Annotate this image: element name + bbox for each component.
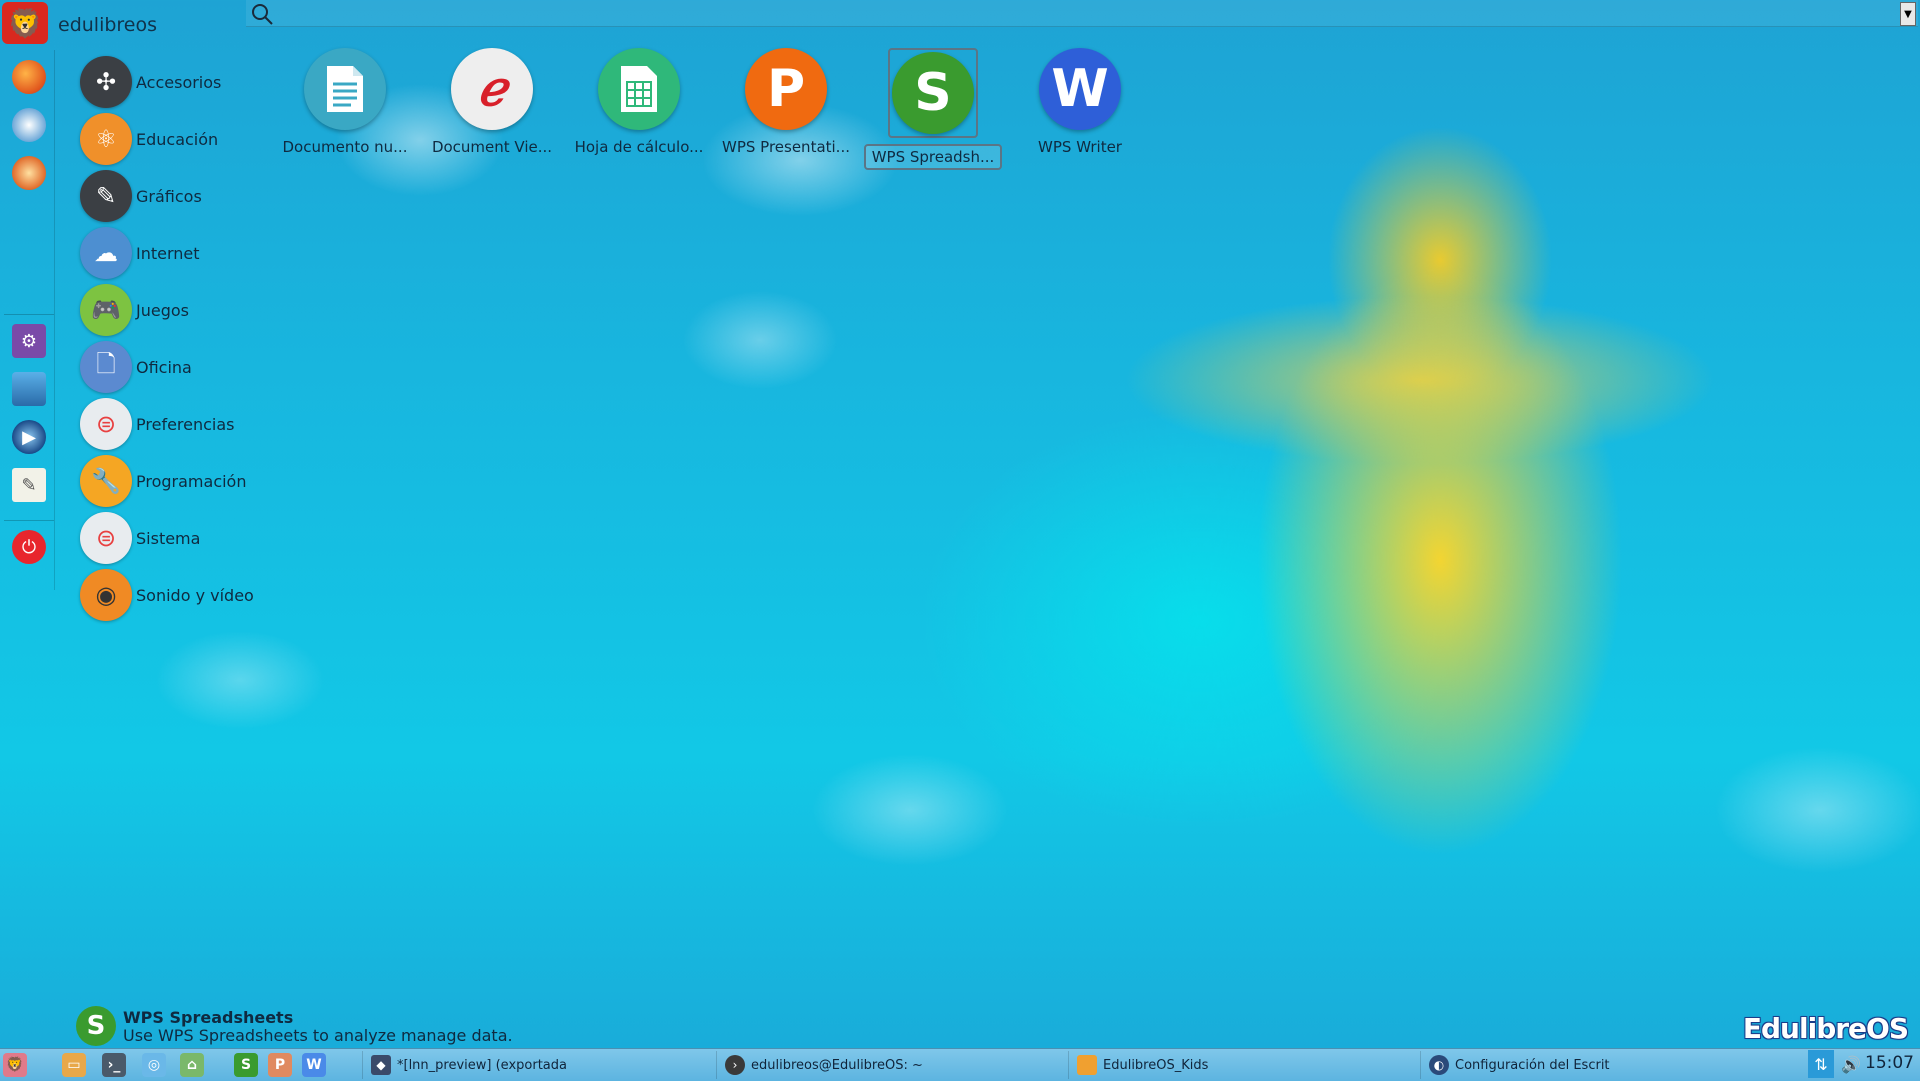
search-input[interactable] [282, 2, 1886, 26]
task-gimp-preview[interactable]: ◆ *[lnn_preview] (exportada [362, 1051, 711, 1079]
category-accesorios[interactable]: ✣ Accesorios [80, 56, 221, 108]
volume-icon[interactable]: 🔊 [1838, 1050, 1864, 1078]
task-file-manager[interactable]: EdulibreOS_Kids [1068, 1051, 1417, 1079]
task-desktop-settings[interactable]: ◐ Configuración del Escrit [1420, 1051, 1769, 1079]
lion-logo-icon: 🦁 [7, 6, 43, 40]
category-label: Sistema [136, 528, 201, 548]
wps-writer-launcher-icon[interactable]: W [302, 1053, 326, 1077]
category-label: Educación [136, 129, 219, 149]
category-label: Internet [136, 243, 200, 263]
accessories-icon: ✣ [80, 56, 132, 108]
app-documento-nuevo[interactable]: Documento nu... [275, 48, 415, 158]
task-label: Configuración del Escrit [1455, 1057, 1610, 1073]
category-juegos[interactable]: 🎮 Juegos [80, 284, 189, 336]
app-document-viewer[interactable]: ℯ Document Vie... [422, 48, 562, 158]
spreadsheet-icon [598, 48, 680, 130]
wps-presentation-icon: P [745, 48, 827, 130]
category-label: Preferencias [136, 414, 235, 434]
network-icon[interactable]: ⇅ [1808, 1050, 1834, 1078]
category-graficos[interactable]: ✎ Gráficos [80, 170, 202, 222]
atom-icon: ⚛ [80, 113, 132, 165]
settings-icon[interactable]: ⚙ [12, 324, 46, 358]
task-terminal[interactable]: › edulibreos@EdulibreOS: ~ [716, 1051, 1065, 1079]
toggle-switches-icon: ⊜ [80, 398, 132, 450]
file-manager-icon[interactable]: ▭ [62, 1053, 86, 1077]
app-wps-presentation[interactable]: P WPS Presentati... [716, 48, 856, 158]
favorites-dock: ⚙ ▶ ✎ ⏻ [2, 50, 55, 590]
text-document-icon [304, 48, 386, 130]
app-hoja-de-calculo[interactable]: Hoja de cálculo... [569, 48, 709, 158]
task-label: edulibreos@EdulibreOS: ~ [751, 1057, 923, 1073]
wps-presentation-launcher-icon[interactable]: P [268, 1053, 292, 1077]
app-label: Documento nu... [282, 138, 408, 156]
terminal-task-icon: › [725, 1055, 745, 1075]
menu-user-title: edulibreos [58, 14, 158, 36]
app-label: WPS Presentati... [722, 138, 850, 156]
category-label: Juegos [136, 300, 189, 320]
globe-icon[interactable]: ◎ [142, 1053, 166, 1077]
wps-spreadsheets-icon: S [892, 52, 974, 134]
app-label: Document Vie... [431, 138, 553, 156]
firefox-icon[interactable] [12, 60, 46, 94]
home-icon[interactable]: ⌂ [180, 1053, 204, 1077]
graphics-tools-icon: ✎ [80, 170, 132, 222]
category-programacion[interactable]: 🔧 Programación [80, 455, 246, 507]
app-wps-spreadsheets[interactable]: S WPS Spreadsh... [863, 48, 1003, 170]
app-wps-writer[interactable]: W WPS Writer [1010, 48, 1150, 158]
chevron-down-icon: ▼ [1904, 8, 1912, 20]
task-label: *[lnn_preview] (exportada [397, 1057, 567, 1073]
terminal-icon[interactable]: ›_ [102, 1053, 126, 1077]
category-educacion[interactable]: ⚛ Educación [80, 113, 218, 165]
wps-writer-icon: W [1039, 48, 1121, 130]
settings-globe-icon: ◐ [1429, 1055, 1449, 1075]
text-editor-icon[interactable]: ✎ [12, 468, 46, 502]
category-sonido-video[interactable]: ◉ Sonido y vídeo [80, 569, 254, 621]
search-icon [252, 4, 273, 25]
category-oficina[interactable]: 🗋 Oficina [80, 341, 192, 393]
menu-logo-button[interactable]: 🦁 [2, 2, 48, 44]
thunderbird-icon[interactable] [12, 108, 46, 142]
category-label: Programación [136, 471, 247, 491]
category-internet[interactable]: ☁ Internet [80, 227, 200, 279]
document-icon: 🗋 [80, 341, 132, 393]
category-preferencias[interactable]: ⊜ Preferencias [80, 398, 235, 450]
cloud-icon: ☁ [80, 227, 132, 279]
wps-spreadsheets-small-icon: S [76, 1006, 116, 1046]
search-dropdown-button[interactable]: ▼ [1900, 2, 1916, 26]
wps-spreadsheets-launcher-icon[interactable]: S [234, 1053, 258, 1077]
category-label: Oficina [136, 357, 192, 377]
wrench-icon: 🔧 [80, 455, 132, 507]
media-player-icon[interactable]: ▶ [12, 420, 46, 454]
clock[interactable]: 15:07 [1865, 1053, 1914, 1073]
app-label: WPS Writer [1038, 138, 1122, 156]
monitor-icon[interactable] [12, 372, 46, 406]
app-description-text: Use WPS Spreadsheets to analyze manage d… [123, 1026, 513, 1045]
gimp-icon: ◆ [371, 1055, 391, 1075]
gamepad-icon: 🎮 [80, 284, 132, 336]
speaker-icon: ◉ [80, 569, 132, 621]
document-viewer-icon: ℯ [451, 48, 533, 130]
system-toggles-icon: ⊜ [80, 512, 132, 564]
tux-paint-icon[interactable] [12, 156, 46, 190]
task-label: EdulibreOS_Kids [1103, 1057, 1209, 1073]
edulibreos-logo: EdulibreOS [1742, 1012, 1909, 1045]
app-label: WPS Spreadsh... [863, 144, 1003, 170]
power-icon[interactable]: ⏻ [12, 530, 46, 564]
app-label: Hoja de cálculo... [574, 138, 704, 156]
taskbar: 🦁 ▭ ›_ ◎ ⌂ S P W ◆ *[lnn_preview] (expor… [0, 1048, 1920, 1081]
app-description-title: WPS Spreadsheets [123, 1008, 294, 1027]
category-sistema[interactable]: ⊜ Sistema [80, 512, 200, 564]
category-label: Gráficos [136, 186, 202, 206]
folder-icon [1077, 1055, 1097, 1075]
category-label: Accesorios [136, 72, 222, 92]
category-label: Sonido y vídeo [136, 585, 254, 605]
start-menu-icon[interactable]: 🦁 [3, 1053, 27, 1077]
